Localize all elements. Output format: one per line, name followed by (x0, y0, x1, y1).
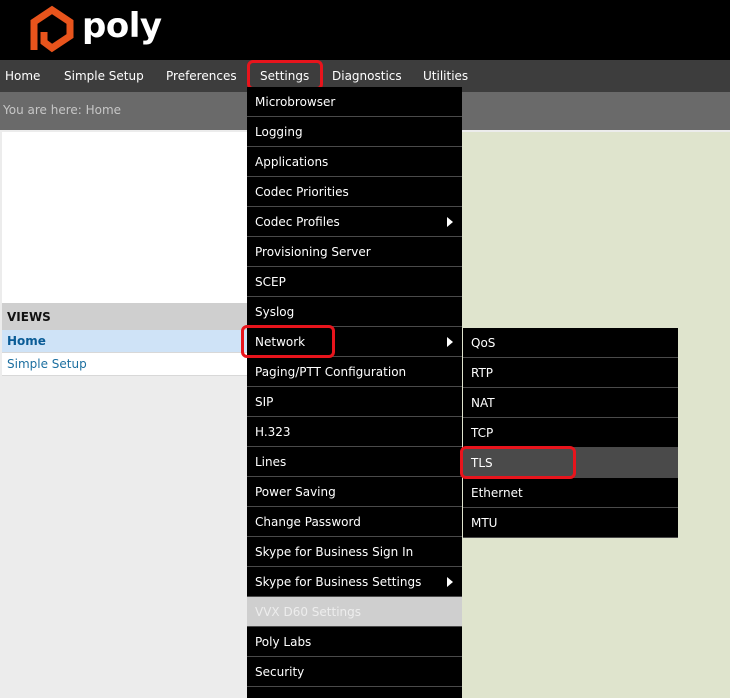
menu-item-network[interactable]: Network (247, 327, 462, 357)
submenu-item-label: RTP (471, 366, 494, 380)
triangle-right-icon (447, 337, 453, 347)
submenu-item-mtu[interactable]: MTU (463, 508, 678, 538)
menu-item-label: Lines (255, 455, 287, 469)
menu-item-lines[interactable]: Lines (247, 447, 462, 477)
submenu-item-ethernet[interactable]: Ethernet (463, 478, 678, 508)
views-item-simple-setup[interactable]: Simple Setup (2, 353, 248, 376)
menu-item-vvx-d60-settings: VVX D60 Settings (247, 597, 462, 627)
menu-item-change-password[interactable]: Change Password (247, 507, 462, 537)
menu-item-label: Syslog (255, 305, 295, 319)
submenu-item-label: NAT (471, 396, 495, 410)
submenu-item-tls[interactable]: TLS (463, 448, 678, 478)
menu-item-h323[interactable]: H.323 (247, 417, 462, 447)
menu-item-label: Codec Priorities (255, 185, 349, 199)
submenu-item-label: QoS (471, 336, 496, 350)
poly-logo-icon (30, 5, 74, 53)
menu-item-label: Poly Labs (255, 635, 312, 649)
views-title: VIEWS (7, 310, 51, 324)
menu-item-label: SCEP (255, 275, 286, 289)
submenu-item-label: TCP (471, 426, 494, 440)
menu-item-provisioning-server[interactable]: Provisioning Server (247, 237, 462, 267)
nav-home[interactable]: Home (5, 60, 40, 92)
menu-item-codec-priorities[interactable]: Codec Priorities (247, 177, 462, 207)
menu-item-codec-profiles[interactable]: Codec Profiles (247, 207, 462, 237)
menu-item-skype-sign-in[interactable]: Skype for Business Sign In (247, 537, 462, 567)
nav-simple-setup[interactable]: Simple Setup (64, 60, 144, 92)
views-item-simple-setup-label: Simple Setup (7, 357, 87, 371)
menu-item-label: H.323 (255, 425, 291, 439)
triangle-right-icon (447, 577, 453, 587)
submenu-item-nat[interactable]: NAT (463, 388, 678, 418)
breadcrumb: You are here: Home (3, 103, 122, 117)
menu-item-label: Paging/PTT Configuration (255, 365, 407, 379)
menu-item-label: Change Password (255, 515, 361, 529)
menu-item-microbrowser[interactable]: Microbrowser (247, 87, 462, 117)
settings-menu: Microbrowser Logging Applications Codec … (247, 87, 462, 698)
menu-item-label: Skype for Business Settings (255, 575, 422, 589)
views-item-home[interactable]: Home (2, 330, 248, 353)
menu-item-sip[interactable]: SIP (247, 387, 462, 417)
menu-item-poly-labs[interactable]: Poly Labs (247, 627, 462, 657)
menu-item-label: SIP (255, 395, 274, 409)
submenu-item-label: MTU (471, 516, 498, 530)
nav-preferences[interactable]: Preferences (166, 60, 237, 92)
views-header: VIEWS (2, 303, 248, 330)
menu-item-label: Provisioning Server (255, 245, 371, 259)
menu-item-label: VVX D60 Settings (255, 605, 361, 619)
triangle-right-icon (447, 217, 453, 227)
menu-item-power-saving[interactable]: Power Saving (247, 477, 462, 507)
network-submenu: QoS RTP NAT TCP TLS Ethernet MTU (463, 328, 678, 538)
menu-item-label: Network (255, 335, 306, 349)
brand-name: poly (82, 6, 162, 46)
menu-item-label: Codec Profiles (255, 215, 340, 229)
menu-item-label: Applications (255, 155, 329, 169)
submenu-item-label: Ethernet (471, 486, 523, 500)
menu-item-applications[interactable]: Applications (247, 147, 462, 177)
menu-item-security[interactable]: Security (247, 657, 462, 687)
left-panel-blank (2, 132, 248, 303)
menu-item-skype-settings[interactable]: Skype for Business Settings (247, 567, 462, 597)
submenu-item-rtp[interactable]: RTP (463, 358, 678, 388)
menu-item-label: Security (255, 665, 305, 679)
views-item-home-label: Home (7, 334, 46, 348)
menu-item-label: Power Saving (255, 485, 336, 499)
submenu-item-label: TLS (471, 456, 493, 470)
menu-item-syslog[interactable]: Syslog (247, 297, 462, 327)
menu-item-logging[interactable]: Logging (247, 117, 462, 147)
submenu-item-qos[interactable]: QoS (463, 328, 678, 358)
menu-item-scep[interactable]: SCEP (247, 267, 462, 297)
menu-item-label: Microbrowser (255, 95, 336, 109)
app-header: poly (0, 0, 730, 60)
menu-item-label: Skype for Business Sign In (255, 545, 414, 559)
menu-item-paging-ptt[interactable]: Paging/PTT Configuration (247, 357, 462, 387)
submenu-item-tcp[interactable]: TCP (463, 418, 678, 448)
menu-item-label: Logging (255, 125, 303, 139)
